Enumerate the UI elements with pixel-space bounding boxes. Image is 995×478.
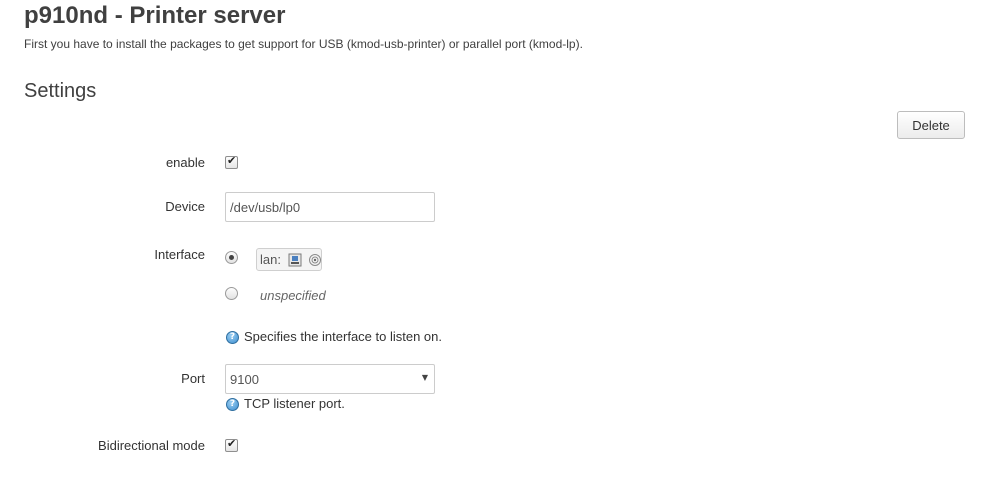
interface-option-unspecified-label: unspecified xyxy=(260,288,326,303)
delete-button[interactable]: Delete xyxy=(897,111,965,139)
radio-selected-dot xyxy=(229,255,234,260)
help-icon: ? xyxy=(226,398,239,411)
port-select-value: 9100 xyxy=(230,372,259,387)
page-description: First you have to install the packages t… xyxy=(24,37,583,51)
page-title: p910nd - Printer server xyxy=(24,2,286,29)
interface-radio-unspecified[interactable] xyxy=(225,287,238,300)
device-input[interactable] xyxy=(225,192,435,222)
enable-label: enable xyxy=(165,155,205,170)
bidirectional-checkbox[interactable]: ✔ xyxy=(225,437,238,452)
interface-option-lan-label: lan: xyxy=(260,252,281,267)
network-port-icon xyxy=(288,253,302,270)
bidirectional-label: Bidirectional mode xyxy=(98,438,205,453)
port-select[interactable]: 9100 ▼ xyxy=(225,364,435,394)
interface-help-text: Specifies the interface to listen on. xyxy=(244,329,443,344)
wifi-icon xyxy=(308,253,322,270)
enable-checkbox[interactable]: ✔ xyxy=(225,154,238,169)
checkmark-icon: ✔ xyxy=(227,437,237,450)
interface-label: Interface xyxy=(154,247,205,262)
interface-option-lan[interactable]: lan: xyxy=(256,248,322,271)
port-help-text: TCP listener port. xyxy=(244,396,345,411)
device-label: Device xyxy=(165,199,205,214)
help-icon: ? xyxy=(226,331,239,344)
checkmark-icon: ✔ xyxy=(227,154,237,167)
interface-radio-lan[interactable] xyxy=(225,251,238,264)
port-label: Port xyxy=(181,371,205,386)
chevron-down-icon: ▼ xyxy=(421,373,428,382)
section-title: Settings xyxy=(24,80,97,102)
